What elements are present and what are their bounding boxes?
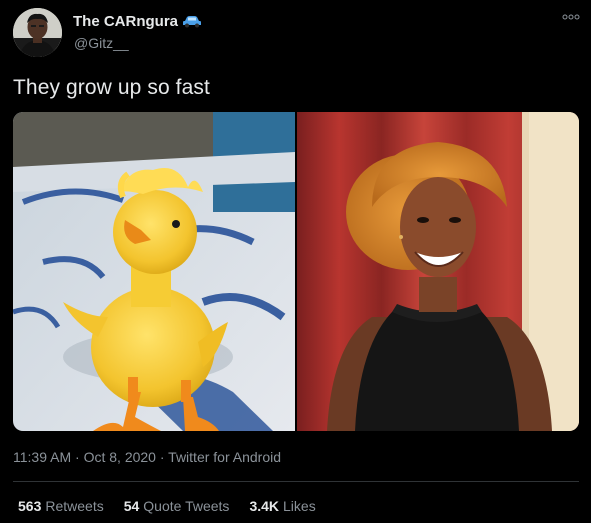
more-options-button[interactable] [560, 9, 582, 25]
likes-stat[interactable]: 3.4K Likes [249, 498, 315, 514]
avatar-image [13, 8, 62, 57]
tweet-date[interactable]: Oct 8, 2020 [84, 449, 156, 465]
quote-tweets-stat[interactable]: 54 Quote Tweets [124, 498, 230, 514]
tweet-stats: 563 Retweets 54 Quote Tweets 3.4K Likes [18, 498, 316, 514]
divider [13, 481, 579, 482]
woman-photo[interactable] [297, 112, 579, 431]
tweet-time[interactable]: 11:39 AM [13, 449, 71, 465]
likes-count: 3.4K [249, 498, 280, 514]
quote-tweets-count: 54 [123, 498, 140, 514]
tweet-media-grid [13, 112, 579, 431]
author-handle[interactable]: @Gitz__ [74, 35, 129, 51]
tweet-source[interactable]: Twitter for Android [168, 449, 281, 465]
author-name-text: The CARngura [73, 13, 178, 30]
tweet-meta: 11:39 AM · Oct 8, 2020 · Twitter for And… [13, 449, 281, 465]
retweets-count: 563 [18, 498, 42, 514]
more-options-icon [562, 14, 580, 20]
quote-tweets-label: Quote Tweets [143, 498, 230, 514]
meta-separator: · [75, 449, 80, 465]
likes-label: Likes [283, 498, 316, 514]
retweets-label: Retweets [45, 498, 104, 514]
retweets-stat[interactable]: 563 Retweets [18, 498, 104, 514]
meta-separator: · [159, 449, 165, 465]
avatar[interactable] [13, 8, 62, 57]
tweet-text: They grow up so fast [13, 76, 210, 99]
author-display-name[interactable]: The CARngura [73, 13, 201, 30]
duckling-photo[interactable] [13, 112, 295, 431]
car-emoji-icon [183, 15, 201, 28]
